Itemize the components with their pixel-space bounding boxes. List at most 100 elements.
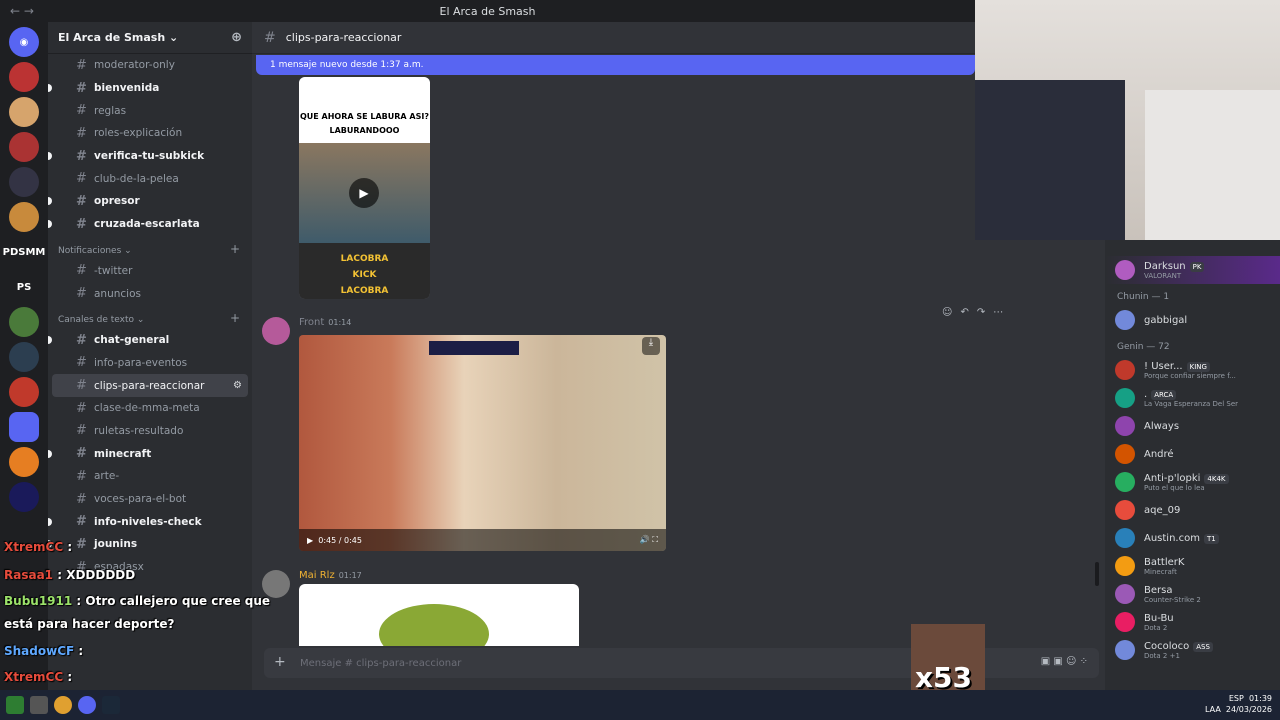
volume-icon[interactable]: 🔊 ⛶	[640, 535, 658, 545]
message-actions: ☺ ↶ ↷ ⋯	[942, 307, 1003, 318]
avatar	[1115, 310, 1135, 330]
server-icon[interactable]	[9, 97, 39, 127]
member-item[interactable]: aqe_09	[1105, 496, 1280, 524]
channel-item[interactable]: # cruzada-escarlata	[48, 213, 252, 236]
hash-icon: #	[76, 216, 87, 232]
embed-text: KICK	[352, 270, 377, 280]
member-item[interactable]: gabbigal	[1105, 306, 1280, 334]
category-texto[interactable]: Canales de texto ⌄ +	[48, 305, 252, 329]
channel-item[interactable]: # info-niveles-check	[48, 510, 252, 533]
add-channel-icon[interactable]: +	[230, 242, 240, 256]
avatar	[1115, 556, 1135, 576]
add-member-icon[interactable]: ⊕	[231, 30, 242, 45]
server-header[interactable]: El Arca de Smash ⌄ ⊕	[48, 22, 252, 54]
new-messages-bar[interactable]: 1 mensaje nuevo desde 1:37 a.m.	[256, 55, 975, 75]
add-channel-icon[interactable]: +	[230, 311, 240, 325]
system-tray[interactable]: ESP 01:39 LAA 24/03/2026	[1205, 693, 1272, 715]
channel-item[interactable]: # chat-general	[48, 329, 252, 352]
chat-line: XtremCC :	[4, 540, 72, 554]
channel-item[interactable]: # moderator-only	[48, 54, 252, 77]
server-icon[interactable]	[9, 342, 39, 372]
reply-icon[interactable]: ↶	[960, 307, 968, 318]
channel-item[interactable]: # ruletas-resultado	[48, 420, 252, 443]
window-title: El Arca de Smash	[439, 4, 536, 18]
member-item[interactable]: André	[1105, 440, 1280, 468]
channel-item[interactable]: # verifica-tu-subkick	[48, 145, 252, 168]
taskbar: ESP 01:39 LAA 24/03/2026	[0, 690, 1280, 720]
member-item[interactable]: Austin.com T1	[1105, 524, 1280, 552]
member-item[interactable]: Cocoloco ASS Dota 2 +1	[1105, 636, 1280, 664]
member-name: BattlerK	[1144, 556, 1185, 568]
stream-chat-overlay: XtremCC : Rasaa1 : XDDDDDD Bubu1911 : Otro…	[0, 540, 280, 712]
steam-icon[interactable]	[102, 696, 120, 714]
channel-item[interactable]: # info-para-eventos	[48, 352, 252, 375]
server-icon[interactable]	[9, 447, 39, 477]
server-icon[interactable]	[9, 307, 39, 337]
member-item[interactable]: BattlerK Minecraft	[1105, 552, 1280, 580]
member-item[interactable]: Bu-Bu Dota 2	[1105, 608, 1280, 636]
category-notificaciones[interactable]: Notificaciones ⌄ +	[48, 236, 252, 260]
chat-username: ShadowCF	[4, 644, 75, 658]
server-icon[interactable]	[9, 132, 39, 162]
avatar[interactable]	[262, 317, 290, 345]
member-item[interactable]: . ARCA La Vaga Esperanza Del Ser	[1105, 384, 1280, 412]
channel-item[interactable]: # opresor	[48, 190, 252, 213]
hash-icon: #	[76, 446, 87, 462]
channel-item[interactable]: # club-de-la-pelea	[48, 167, 252, 190]
server-icon[interactable]	[9, 62, 39, 92]
channel-item[interactable]: # reglas	[48, 99, 252, 122]
channel-item[interactable]: # minecraft	[48, 442, 252, 465]
member-status: Puto el que lo lea	[1144, 483, 1205, 492]
channel-item[interactable]: # roles-explicación	[48, 122, 252, 145]
member-item[interactable]: ! User... KING Porque confiar siempre f...	[1105, 356, 1280, 384]
taskbar-app-icon[interactable]	[30, 696, 48, 714]
server-icon[interactable]	[9, 167, 39, 197]
avatar	[1115, 612, 1135, 632]
member-item[interactable]: Always	[1105, 412, 1280, 440]
server-icon[interactable]	[9, 377, 39, 407]
forward-icon[interactable]: ↷	[977, 307, 985, 318]
video-controls[interactable]: ▶ 0:45 / 0:45 🔊 ⛶	[299, 529, 666, 551]
chat-username: Rasaa1	[4, 568, 54, 582]
discord-home-icon[interactable]: ◉	[9, 27, 39, 57]
reaction-icon[interactable]: ☺	[942, 307, 952, 318]
download-icon[interactable]: ⤓	[642, 337, 660, 355]
channel-name: moderator-only	[94, 59, 175, 72]
member-name: Darksun	[1144, 260, 1186, 272]
member-item[interactable]: Bersa Counter-Strike 2	[1105, 580, 1280, 608]
server-icon[interactable]	[9, 202, 39, 232]
channel-name: club-de-la-pelea	[94, 172, 179, 185]
scrollbar[interactable]	[1095, 562, 1099, 586]
video-player[interactable]: ⤓ ▶ 0:45 / 0:45 🔊 ⛶	[299, 335, 666, 551]
timestamp: 01:17	[338, 571, 362, 580]
member-item[interactable]: Anti-p'lopki 4K4K Puto el que lo lea	[1105, 468, 1280, 496]
composer-tools-icon[interactable]: ▣ ▣ ☺ ⁘	[1041, 656, 1088, 667]
discord-icon[interactable]	[78, 696, 96, 714]
more-icon[interactable]: ⋯	[993, 307, 1003, 318]
message-image[interactable]	[299, 584, 579, 646]
folder-icon[interactable]	[9, 412, 39, 442]
chrome-icon[interactable]	[54, 696, 72, 714]
member-name: Anti-p'lopki	[1144, 472, 1201, 484]
channel-item[interactable]: # clase-de-mma-meta	[48, 397, 252, 420]
channel-item[interactable]: # clips-para-reaccionar ⚙	[52, 374, 248, 397]
play-icon[interactable]: ▶	[349, 178, 379, 208]
channel-item[interactable]: # anuncios	[48, 282, 252, 305]
settings-icon[interactable]: ⚙	[233, 380, 242, 391]
channel-item[interactable]: # voces-para-el-bot	[48, 488, 252, 511]
channel-item[interactable]: # -twitter	[48, 260, 252, 283]
taskbar-app-icon[interactable]	[6, 696, 24, 714]
server-label[interactable]: PDSMM	[3, 237, 46, 267]
hash-icon: #	[76, 468, 87, 484]
channel-item[interactable]: # arte-	[48, 465, 252, 488]
server-label[interactable]: PS	[9, 272, 39, 302]
member-item[interactable]: Darksun PK VALORANT	[1105, 256, 1280, 284]
author-name[interactable]: Front	[299, 317, 324, 328]
play-icon[interactable]: ▶	[307, 536, 318, 545]
tiktok-embed[interactable]: QUE AHORA SE LABURA ASI? LABURANDOOO ▶ LA…	[299, 77, 430, 299]
channel-item[interactable]: # bienvenida	[48, 77, 252, 100]
server-icon[interactable]	[9, 482, 39, 512]
author-name[interactable]: Mai Rlz	[299, 570, 335, 581]
hash-icon: #	[76, 263, 87, 279]
channel-name: verifica-tu-subkick	[94, 150, 205, 163]
